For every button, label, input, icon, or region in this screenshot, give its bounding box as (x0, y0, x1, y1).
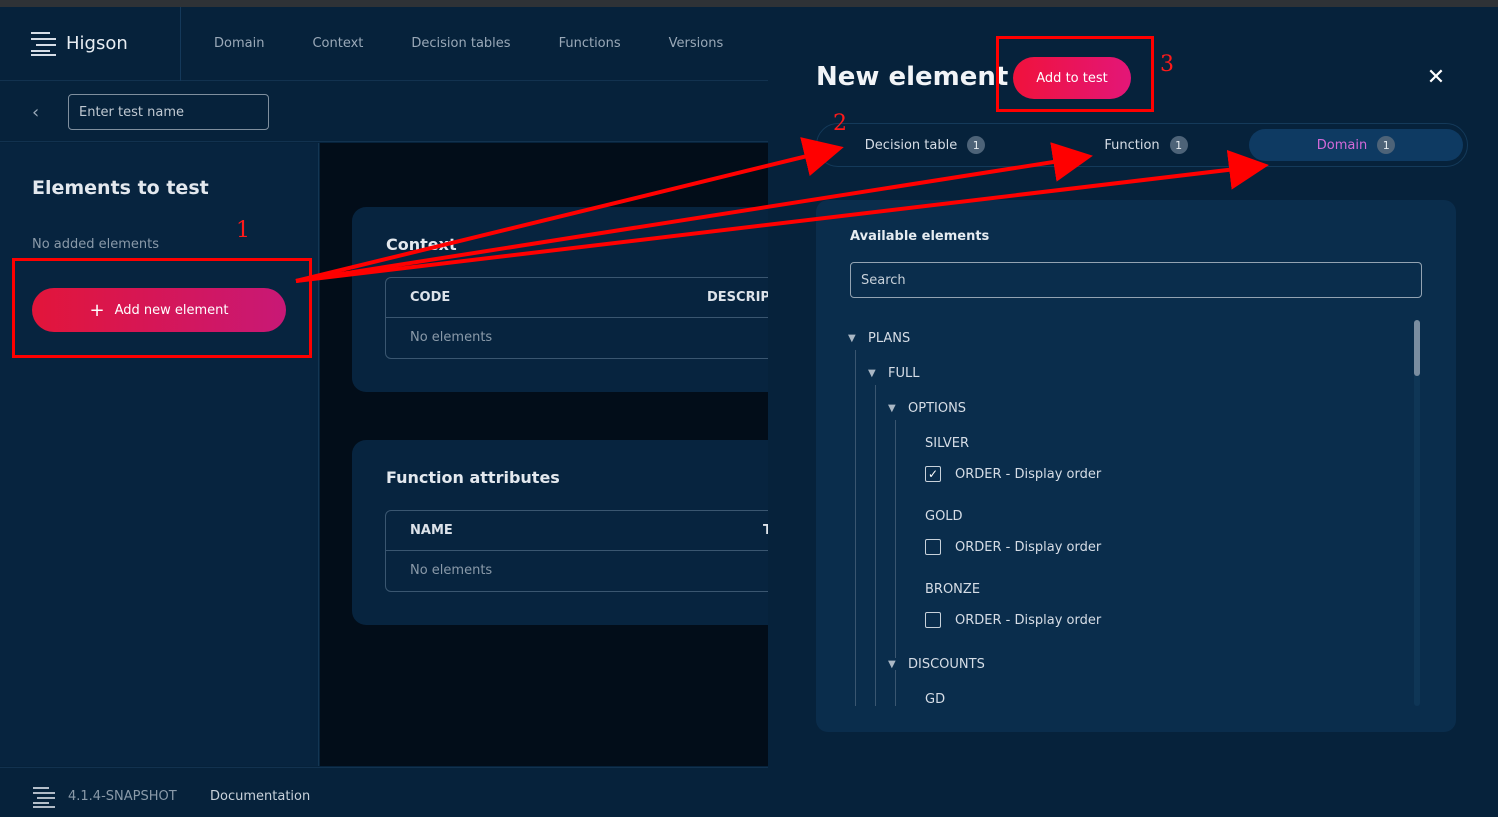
context-card-title: Context (386, 235, 457, 254)
search-input[interactable] (850, 262, 1422, 298)
tree-node-gold: GOLD (925, 509, 963, 524)
col-description: DESCRIPT (707, 290, 768, 305)
tree-scrollbar[interactable] (1414, 320, 1420, 706)
nav-context[interactable]: Context (312, 36, 363, 51)
chevron-down-icon: ▼ (888, 659, 896, 670)
tree-node-discounts[interactable]: ▼ DISCOUNTS (888, 657, 985, 672)
function-attributes-card: Function attributes NAME T No elements (352, 440, 768, 625)
tree-line (875, 385, 876, 706)
table-header: CODE DESCRIPT (386, 278, 768, 318)
version-label: 4.1.4-SNAPSHOT (68, 789, 177, 804)
new-element-panel: New element Add to test ✕ Decision table… (768, 7, 1498, 817)
app-header: Higson Domain Context Decision tables Fu… (0, 7, 768, 81)
tree-item-silver-order[interactable]: ✓ ORDER - Display order (925, 466, 1101, 482)
app-name: Higson (66, 32, 128, 54)
table-row: No elements (386, 551, 768, 591)
chevron-down-icon: ▼ (868, 368, 876, 379)
main-content: Context CODE DESCRIPT No elements Functi… (320, 143, 768, 766)
chevron-down-icon: ▼ (888, 403, 896, 414)
header-divider (180, 7, 181, 81)
test-name-input[interactable] (68, 94, 269, 130)
count-badge: 1 (1377, 136, 1396, 154)
function-table: NAME T No elements (385, 510, 768, 592)
close-icon[interactable]: ✕ (1424, 67, 1448, 91)
documentation-link[interactable]: Documentation (210, 789, 310, 804)
context-table: CODE DESCRIPT No elements (385, 277, 768, 359)
context-card: Context CODE DESCRIPT No elements (352, 207, 768, 392)
table-header: NAME T (386, 511, 768, 551)
annotation-number-2: 2 (833, 111, 847, 136)
annotation-box-1 (12, 258, 312, 358)
app-footer: 4.1.4-SNAPSHOT Documentation (0, 767, 768, 817)
tree-line (895, 420, 896, 658)
tree-line (855, 350, 856, 706)
element-type-tabs: Decision table 1 Function 1 Domain 1 (816, 123, 1468, 167)
tree-item-bronze-order[interactable]: ORDER - Display order (925, 612, 1101, 628)
table-empty-text: No elements (410, 563, 493, 578)
tab-label: Decision table (864, 137, 958, 153)
tab-function[interactable]: Function 1 (1041, 129, 1251, 161)
elements-sidebar: Elements to test No added elements + Add… (0, 143, 319, 766)
tree-node-plans[interactable]: ▼ PLANS (848, 331, 910, 346)
tab-decision-table[interactable]: Decision table 1 (825, 129, 1025, 161)
checkbox-checked[interactable]: ✓ (925, 466, 941, 482)
tree-item-gold-order[interactable]: ORDER - Display order (925, 539, 1101, 555)
higson-logo-icon (31, 32, 56, 56)
checkbox[interactable] (925, 539, 941, 555)
app-logo[interactable]: Higson (30, 30, 128, 56)
domain-tree: ▼ PLANS ▼ FULL ▼ OPTIONS SILVER ✓ ORDER … (816, 320, 1456, 706)
table-empty-text: No elements (410, 330, 493, 345)
tree-node-gd: GD (925, 692, 946, 706)
nav-versions[interactable]: Versions (669, 36, 724, 51)
tab-label: Domain (1316, 137, 1368, 153)
panel-title: New element (816, 62, 1009, 92)
tree-line (895, 670, 896, 706)
higson-footer-logo-icon (33, 787, 55, 808)
tree-node-full[interactable]: ▼ FULL (868, 366, 919, 381)
count-badge: 1 (967, 136, 986, 154)
tree-node-silver: SILVER (925, 436, 970, 451)
chevron-down-icon: ▼ (848, 333, 856, 344)
nav-functions[interactable]: Functions (559, 36, 621, 51)
annotation-number-1: 1 (236, 218, 250, 243)
test-toolbar: ‹ (0, 82, 768, 142)
checkbox[interactable] (925, 612, 941, 628)
sidebar-empty-text: No added elements (32, 237, 160, 252)
table-row: No elements (386, 318, 768, 358)
count-badge: 1 (1169, 136, 1188, 154)
tab-label: Function (1104, 137, 1160, 153)
available-elements-box: Available elements ▼ PLANS ▼ FULL ▼ OPTI… (816, 200, 1456, 732)
annotation-box-3 (996, 36, 1154, 112)
tree-node-options[interactable]: ▼ OPTIONS (888, 401, 966, 416)
scrollbar-thumb[interactable] (1414, 320, 1420, 376)
annotation-number-3: 3 (1160, 52, 1174, 77)
sidebar-title: Elements to test (32, 177, 209, 199)
back-arrow-icon[interactable]: ‹ (32, 102, 48, 123)
window-top-strip (0, 0, 1498, 7)
col-code: CODE (410, 290, 451, 305)
nav-decision-tables[interactable]: Decision tables (411, 36, 510, 51)
tree-node-bronze: BRONZE (925, 582, 981, 597)
available-elements-title: Available elements (850, 229, 990, 244)
main-nav: Domain Context Decision tables Functions… (214, 36, 723, 51)
nav-domain[interactable]: Domain (214, 36, 264, 51)
col-name: NAME (410, 523, 453, 538)
tab-domain[interactable]: Domain 1 (1249, 129, 1463, 161)
function-card-title: Function attributes (386, 468, 560, 487)
